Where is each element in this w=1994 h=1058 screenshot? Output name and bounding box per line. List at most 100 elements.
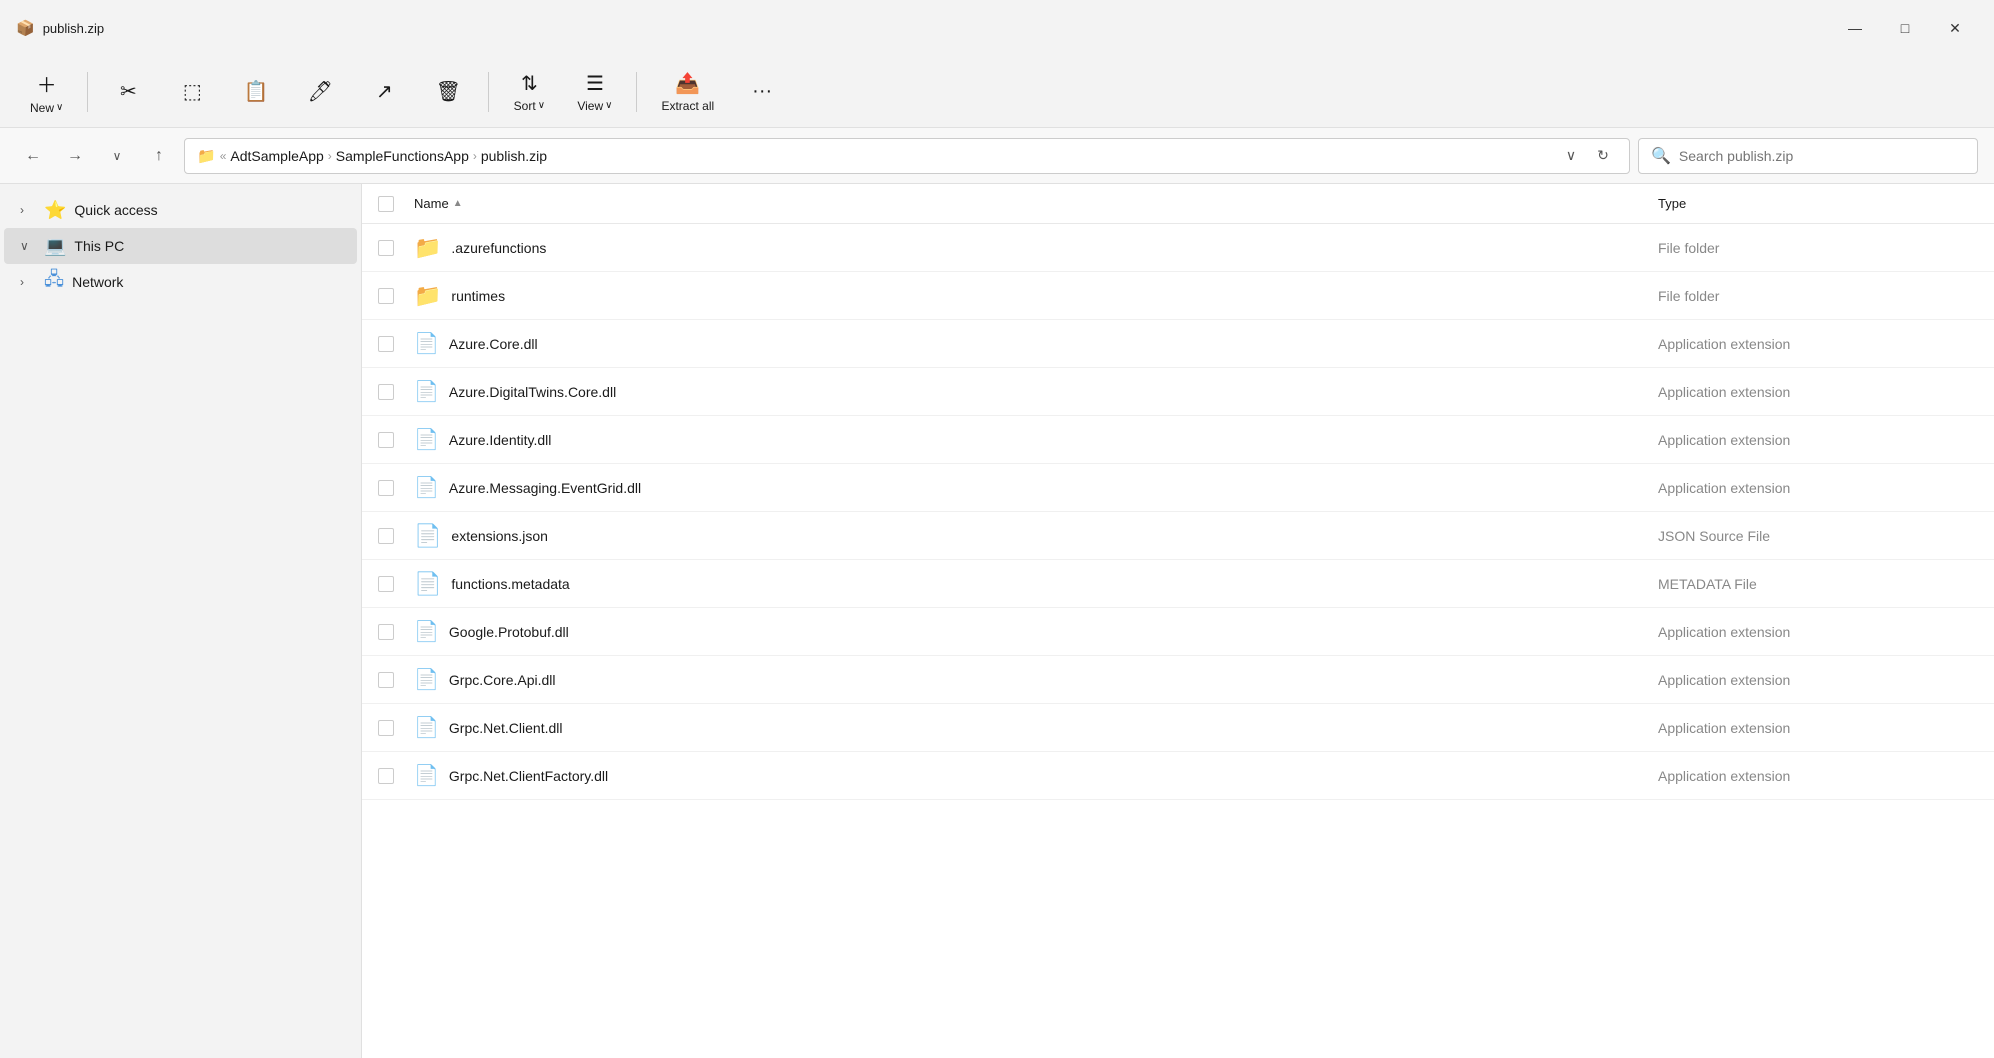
row-check-7 — [378, 576, 414, 592]
more-button[interactable]: ··· — [732, 64, 792, 120]
paste-button[interactable]: 📋 — [226, 64, 286, 120]
file-name: functions.metadata — [451, 576, 569, 592]
refresh-button[interactable]: ↻ — [1589, 142, 1617, 170]
row-checkbox-10[interactable] — [378, 720, 394, 736]
sidebar-item-quick-access[interactable]: › ⭐ Quick access — [4, 192, 357, 228]
row-checkbox-4[interactable] — [378, 432, 394, 448]
addressbar-area: ← → ∨ ↑ 📁 « AdtSampleApp › SampleFunctio… — [0, 128, 1994, 184]
table-row[interactable]: 📄 extensions.json JSON Source File — [362, 512, 1994, 560]
sort-arrow-icon: ▲ — [453, 198, 463, 209]
addressbar-controls: ∨ ↻ — [1557, 142, 1617, 170]
search-input[interactable] — [1679, 148, 1965, 164]
dll-icon: 📄 — [414, 763, 439, 788]
col-header-name[interactable]: Name ▲ — [414, 196, 1658, 211]
breadcrumb-part-2[interactable]: SampleFunctionsApp — [336, 148, 469, 164]
breadcrumb-part-1[interactable]: AdtSampleApp — [230, 148, 323, 164]
row-name-3: 📄 Azure.DigitalTwins.Core.dll — [414, 379, 1658, 404]
maximize-button[interactable]: □ — [1882, 12, 1928, 44]
file-name: Azure.Messaging.EventGrid.dll — [449, 480, 641, 496]
table-row[interactable]: 📄 Azure.Core.dll Application extension — [362, 320, 1994, 368]
search-icon: 🔍 — [1651, 146, 1671, 166]
sidebar-item-network[interactable]: › 🖧 Network — [4, 264, 357, 300]
dll-icon: 📄 — [414, 475, 439, 500]
row-checkbox-2[interactable] — [378, 336, 394, 352]
table-row[interactable]: 📄 Grpc.Net.ClientFactory.dll Application… — [362, 752, 1994, 800]
file-name: .azurefunctions — [451, 240, 546, 256]
extract-icon: 📤 — [675, 71, 700, 96]
dll-icon: 📄 — [414, 379, 439, 404]
back-button[interactable]: ← — [16, 139, 50, 173]
row-check-0 — [378, 240, 414, 256]
meta-icon: 📄 — [414, 571, 441, 597]
select-all-checkbox[interactable] — [378, 196, 394, 212]
file-name: Azure.Core.dll — [449, 336, 538, 352]
row-checkbox-11[interactable] — [378, 768, 394, 784]
table-row[interactable]: 📄 Grpc.Net.Client.dll Application extens… — [362, 704, 1994, 752]
delete-button[interactable]: 🗑 — [418, 64, 478, 120]
extract-all-button[interactable]: 📤 Extract all — [647, 64, 728, 120]
row-checkbox-5[interactable] — [378, 480, 394, 496]
network-expand-icon: › — [20, 275, 36, 289]
view-chevron-icon: ∨ — [605, 100, 612, 111]
copy-button[interactable]: ⬚ — [162, 64, 222, 120]
main-layout: › ⭐ Quick access ∨ 💻 This PC › 🖧 Network… — [0, 184, 1994, 1058]
table-row[interactable]: 📄 Azure.DigitalTwins.Core.dll Applicatio… — [362, 368, 1994, 416]
this-pc-label: This PC — [74, 238, 124, 254]
quick-access-label: Quick access — [74, 202, 157, 218]
row-checkbox-8[interactable] — [378, 624, 394, 640]
row-type-3: Application extension — [1658, 384, 1978, 400]
row-checkbox-1[interactable] — [378, 288, 394, 304]
file-name: Azure.Identity.dll — [449, 432, 551, 448]
folder-icon: 📁 — [197, 147, 216, 165]
rename-button[interactable]: 🖊 — [290, 64, 350, 120]
row-checkbox-3[interactable] — [378, 384, 394, 400]
more-icon: ··· — [752, 80, 772, 103]
table-row[interactable]: 📄 Azure.Messaging.EventGrid.dll Applicat… — [362, 464, 1994, 512]
row-checkbox-7[interactable] — [378, 576, 394, 592]
addressbar[interactable]: 📁 « AdtSampleApp › SampleFunctionsApp › … — [184, 138, 1630, 174]
new-button[interactable]: ＋ New ∨ — [16, 64, 77, 120]
app-icon: 📦 — [16, 19, 35, 37]
new-label: New — [30, 101, 54, 115]
row-check-8 — [378, 624, 414, 640]
table-row[interactable]: 📄 Grpc.Core.Api.dll Application extensio… — [362, 656, 1994, 704]
header-check — [378, 196, 414, 212]
col-type-label: Type — [1658, 196, 1686, 211]
table-row[interactable]: 📁 .azurefunctions File folder — [362, 224, 1994, 272]
col-header-type[interactable]: Type — [1658, 196, 1978, 211]
row-type-5: Application extension — [1658, 480, 1978, 496]
network-icon: 🖧 — [44, 267, 64, 297]
minimize-button[interactable]: — — [1832, 12, 1878, 44]
json-icon: 📄 — [414, 523, 441, 549]
sort-label: Sort — [514, 99, 536, 113]
table-row[interactable]: 📄 Azure.Identity.dll Application extensi… — [362, 416, 1994, 464]
table-row[interactable]: 📁 runtimes File folder — [362, 272, 1994, 320]
view-button[interactable]: ☰ View ∨ — [563, 64, 626, 120]
row-checkbox-0[interactable] — [378, 240, 394, 256]
close-button[interactable]: ✕ — [1932, 12, 1978, 44]
share-icon: ↗ — [376, 79, 393, 104]
network-label: Network — [72, 274, 123, 290]
cut-icon: ✂ — [120, 79, 137, 104]
table-row[interactable]: 📄 functions.metadata METADATA File — [362, 560, 1994, 608]
row-checkbox-9[interactable] — [378, 672, 394, 688]
share-button[interactable]: ↗ — [354, 64, 414, 120]
sort-button[interactable]: ⇅ Sort ∨ — [499, 64, 559, 120]
up-button[interactable]: ↑ — [142, 139, 176, 173]
table-row[interactable]: 📄 Google.Protobuf.dll Application extens… — [362, 608, 1994, 656]
expand-path-button[interactable]: ∨ — [1557, 142, 1585, 170]
row-checkbox-6[interactable] — [378, 528, 394, 544]
toolbar-separator-3 — [636, 72, 637, 112]
file-name: Google.Protobuf.dll — [449, 624, 569, 640]
row-check-6 — [378, 528, 414, 544]
row-name-4: 📄 Azure.Identity.dll — [414, 427, 1658, 452]
new-icon: ＋ — [37, 69, 57, 98]
sidebar-item-this-pc[interactable]: ∨ 💻 This PC — [4, 228, 357, 264]
file-list-header: Name ▲ Type — [362, 184, 1994, 224]
breadcrumb-part-3[interactable]: publish.zip — [481, 148, 547, 164]
search-bar[interactable]: 🔍 — [1638, 138, 1978, 174]
dropdown-button[interactable]: ∨ — [100, 139, 134, 173]
cut-button[interactable]: ✂ — [98, 64, 158, 120]
forward-button[interactable]: → — [58, 139, 92, 173]
copy-icon: ⬚ — [183, 79, 202, 104]
